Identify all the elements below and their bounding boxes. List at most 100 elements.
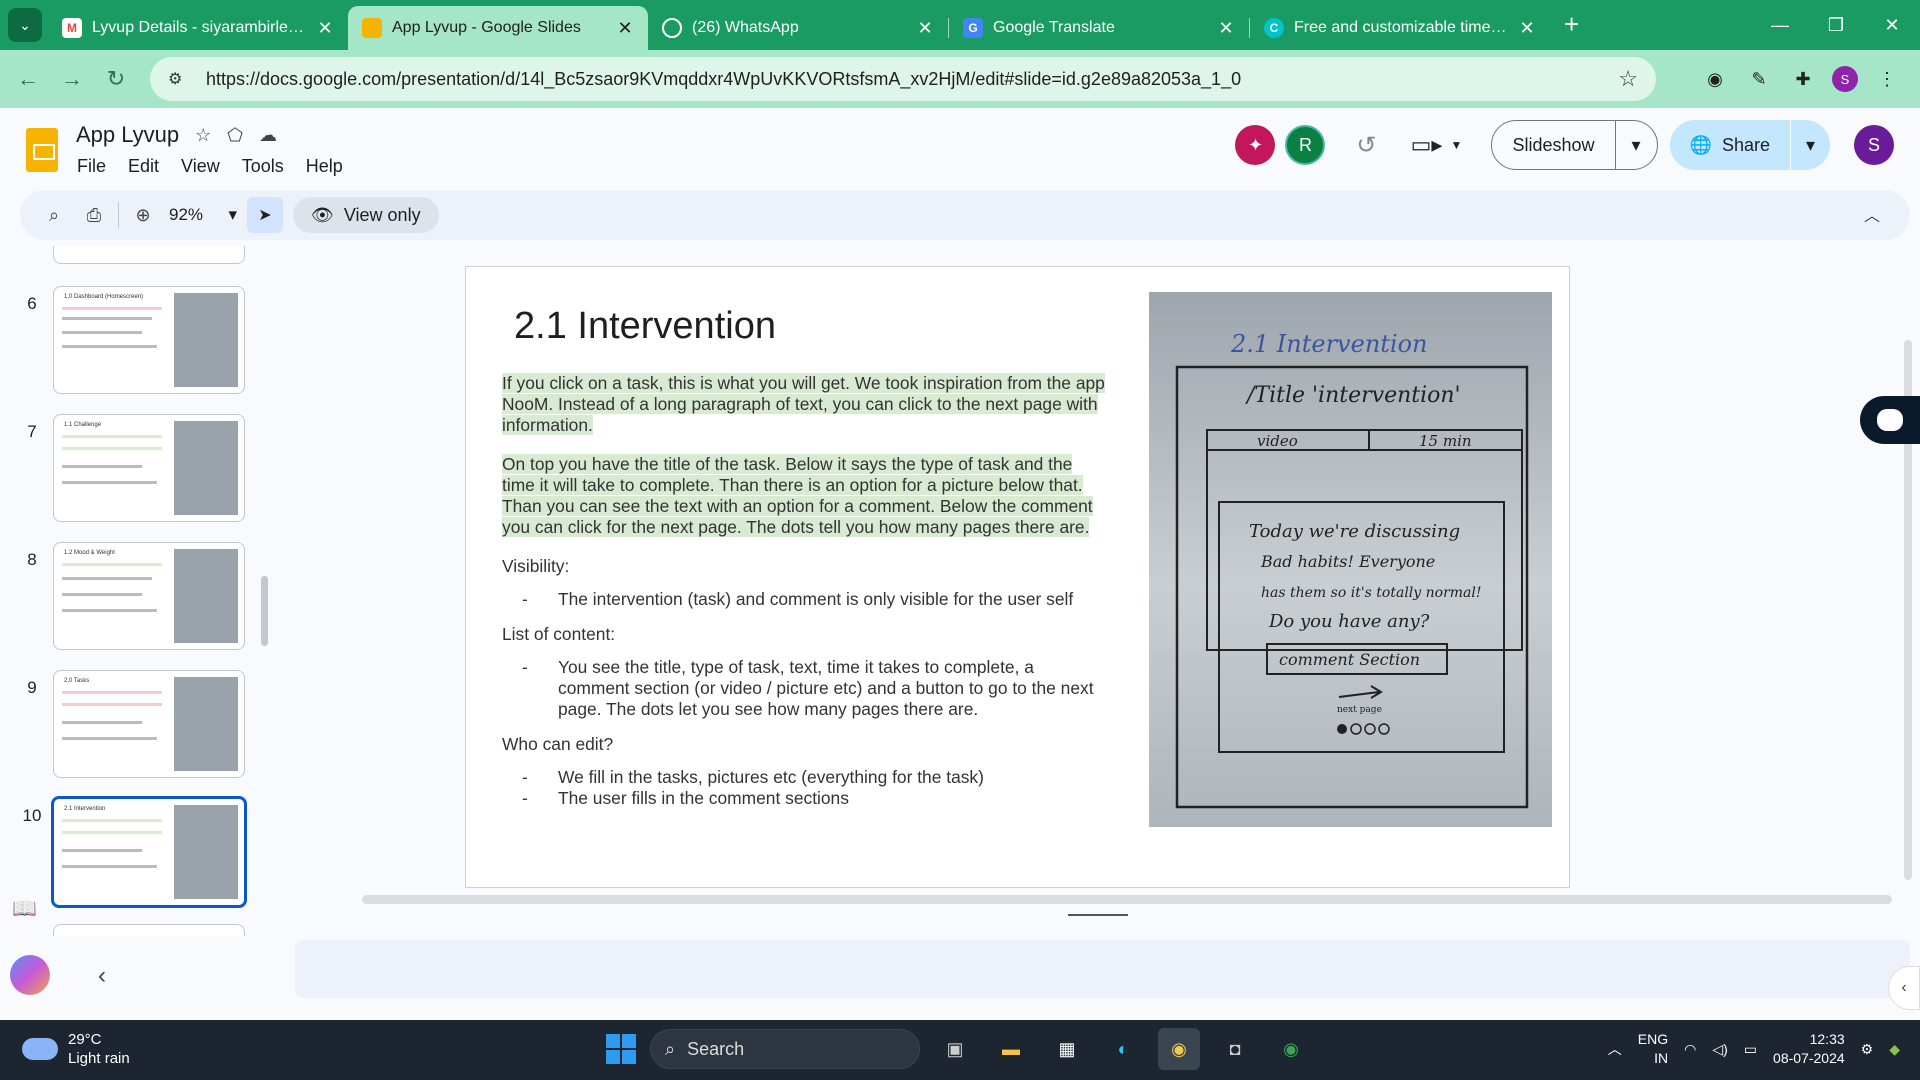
- account-avatar[interactable]: S: [1854, 125, 1894, 165]
- close-icon[interactable]: ✕: [1217, 18, 1235, 39]
- tab-gmail[interactable]: M Lyvup Details - siyarambirle@gmail.com…: [48, 6, 348, 50]
- slide-thumbnail-selected[interactable]: 2.1 Intervention: [51, 796, 247, 908]
- taskbar-search-label: Search: [687, 1038, 745, 1059]
- slide-thumbnail-partial[interactable]: [53, 924, 245, 936]
- menu-help[interactable]: Help: [306, 156, 343, 177]
- slide-thumbnail[interactable]: 1.0 Dashboard (Homescreen): [53, 286, 245, 394]
- thumb-title: 1.0 Dashboard (Homescreen): [64, 294, 144, 300]
- slide-thumbnail[interactable]: 2.0 Tasks: [53, 670, 245, 778]
- volume-icon[interactable]: ◁): [1712, 1041, 1727, 1058]
- tab-whatsapp[interactable]: (26) WhatsApp ✕: [648, 6, 948, 50]
- copilot-icon[interactable]: ◆: [1889, 1041, 1900, 1058]
- collapse-menus-icon[interactable]: ︿: [1864, 202, 1880, 226]
- slides-logo-icon[interactable]: [26, 128, 58, 172]
- sketch-time-label: 15 min: [1419, 432, 1472, 450]
- share-main[interactable]: 🌐 Share: [1670, 135, 1790, 156]
- close-icon[interactable]: ✕: [916, 18, 934, 39]
- zoom-value: 92%: [169, 205, 204, 224]
- browser-tab-strip: ⌄ M Lyvup Details - siyarambirle@gmail.c…: [0, 0, 1920, 50]
- slideshow-button[interactable]: Slideshow ▾: [1491, 120, 1658, 170]
- chevron-left-icon[interactable]: ‹: [98, 962, 106, 990]
- collaborator-avatar[interactable]: ✦: [1235, 125, 1276, 165]
- collaborator-avatar[interactable]: R: [1285, 125, 1326, 165]
- search-icon[interactable]: ⌕: [34, 195, 74, 235]
- meet-camera-icon[interactable]: ▭▸: [1411, 130, 1443, 160]
- chevron-down-icon[interactable]: ▼: [1441, 130, 1471, 160]
- battery-icon[interactable]: ▭: [1744, 1041, 1757, 1058]
- site-info-icon[interactable]: ⚙: [168, 69, 192, 89]
- print-icon[interactable]: ⎙: [74, 195, 114, 235]
- close-icon[interactable]: ✕: [316, 18, 334, 39]
- thumb-line: [62, 317, 152, 320]
- slideshow-dropdown-icon[interactable]: ▾: [1614, 120, 1657, 170]
- window-controls: — ❐ ✕: [1752, 0, 1920, 50]
- settings-gear-icon[interactable]: ⚙: [1861, 1041, 1874, 1058]
- menu-tools[interactable]: Tools: [242, 156, 284, 177]
- task-view-icon[interactable]: ▣: [934, 1028, 976, 1070]
- book-icon[interactable]: 📖: [12, 896, 37, 921]
- share-dropdown-icon[interactable]: ▾: [1790, 120, 1830, 170]
- restore-icon[interactable]: ❐: [1808, 0, 1864, 50]
- star-icon[interactable]: ☆: [195, 125, 211, 146]
- move-folder-icon[interactable]: ⬠: [227, 125, 243, 146]
- edge-icon[interactable]: ◐: [1102, 1028, 1144, 1070]
- file-explorer-icon[interactable]: ▬: [990, 1028, 1032, 1070]
- canvas-horizontal-scrollbar[interactable]: [362, 895, 1892, 904]
- doc-title[interactable]: App Lyvup: [76, 122, 179, 148]
- menu-file[interactable]: File: [77, 156, 106, 177]
- cloud-status-icon[interactable]: ☁: [259, 125, 277, 146]
- extension-circle-icon[interactable]: ◉: [1700, 64, 1730, 94]
- speaker-notes-panel[interactable]: [295, 940, 1910, 998]
- slide-thumbnail-partial[interactable]: [53, 246, 245, 264]
- tab-google-translate[interactable]: G Google Translate ✕: [949, 6, 1249, 50]
- back-icon[interactable]: ←: [6, 66, 50, 92]
- close-icon[interactable]: ✕: [616, 18, 634, 39]
- zoom-icon[interactable]: ⊕: [123, 195, 163, 235]
- eyedropper-icon[interactable]: ✎: [1744, 64, 1774, 94]
- close-window-icon[interactable]: ✕: [1864, 0, 1920, 50]
- slideshow-label[interactable]: Slideshow: [1492, 135, 1614, 156]
- microsoft-store-icon[interactable]: ▦: [1046, 1028, 1088, 1070]
- browser-profile-avatar[interactable]: S: [1832, 66, 1858, 92]
- view-only-button[interactable]: 👁 View only: [293, 197, 439, 233]
- browser-menu-icon[interactable]: ⋮: [1872, 64, 1902, 94]
- slide-thumbnail[interactable]: 1.1 Challenge: [53, 414, 245, 522]
- chrome-profile-icon[interactable]: ◉: [1270, 1028, 1312, 1070]
- chevron-up-icon[interactable]: ︿: [1608, 1039, 1622, 1059]
- side-panel-toggle-icon[interactable]: ‹: [1888, 966, 1920, 1010]
- menu-view[interactable]: View: [181, 156, 220, 177]
- select-cursor-icon[interactable]: ➤: [247, 197, 283, 233]
- share-button[interactable]: 🌐 Share ▾: [1669, 120, 1830, 170]
- clock[interactable]: 12:33 08-07-2024: [1773, 1030, 1845, 1068]
- reload-icon[interactable]: ↻: [94, 66, 138, 92]
- version-history-icon[interactable]: ↺: [1351, 130, 1381, 160]
- new-tab-button[interactable]: +: [1564, 9, 1579, 40]
- language-indicator[interactable]: ENG IN: [1638, 1030, 1668, 1068]
- wifi-icon[interactable]: ◠: [1684, 1041, 1696, 1058]
- minimize-icon[interactable]: —: [1752, 0, 1808, 50]
- filmstrip-scrollbar[interactable]: [261, 576, 268, 646]
- assistant-extension-chip[interactable]: [1860, 396, 1920, 444]
- slide-thumbnail[interactable]: 1.2 Mood & Weight: [53, 542, 245, 650]
- menu-edit[interactable]: Edit: [128, 156, 159, 177]
- tab-canva[interactable]: C Free and customizable time templates ✕: [1250, 6, 1550, 50]
- close-icon[interactable]: ✕: [1518, 18, 1536, 39]
- zoom-select[interactable]: 92% ▾: [163, 205, 243, 225]
- taskbar-search[interactable]: ⌕ Search: [650, 1029, 920, 1069]
- brain-extension-icon[interactable]: [10, 955, 50, 995]
- notes-resize-handle[interactable]: [1068, 914, 1128, 916]
- thumb-line: [62, 447, 162, 450]
- address-bar[interactable]: ⚙ https://docs.google.com/presentation/d…: [150, 57, 1656, 101]
- camera-icon[interactable]: ◘: [1214, 1028, 1256, 1070]
- thumb-line: [62, 577, 152, 580]
- chrome-icon[interactable]: ◉: [1158, 1028, 1200, 1070]
- sketch-body-line: Bad habits! Everyone: [1260, 552, 1435, 571]
- edit-heading: Who can edit?: [502, 734, 614, 754]
- tab-google-slides[interactable]: App Lyvup - Google Slides ✕: [348, 6, 648, 50]
- windows-start-icon[interactable]: [606, 1034, 636, 1064]
- tab-search-icon[interactable]: ⌄: [8, 8, 42, 42]
- bookmark-star-icon[interactable]: ☆: [1618, 66, 1638, 92]
- weather-widget[interactable]: 29°C Light rain: [22, 1030, 130, 1068]
- forward-icon[interactable]: →: [50, 66, 94, 92]
- extensions-puzzle-icon[interactable]: ✚: [1788, 64, 1818, 94]
